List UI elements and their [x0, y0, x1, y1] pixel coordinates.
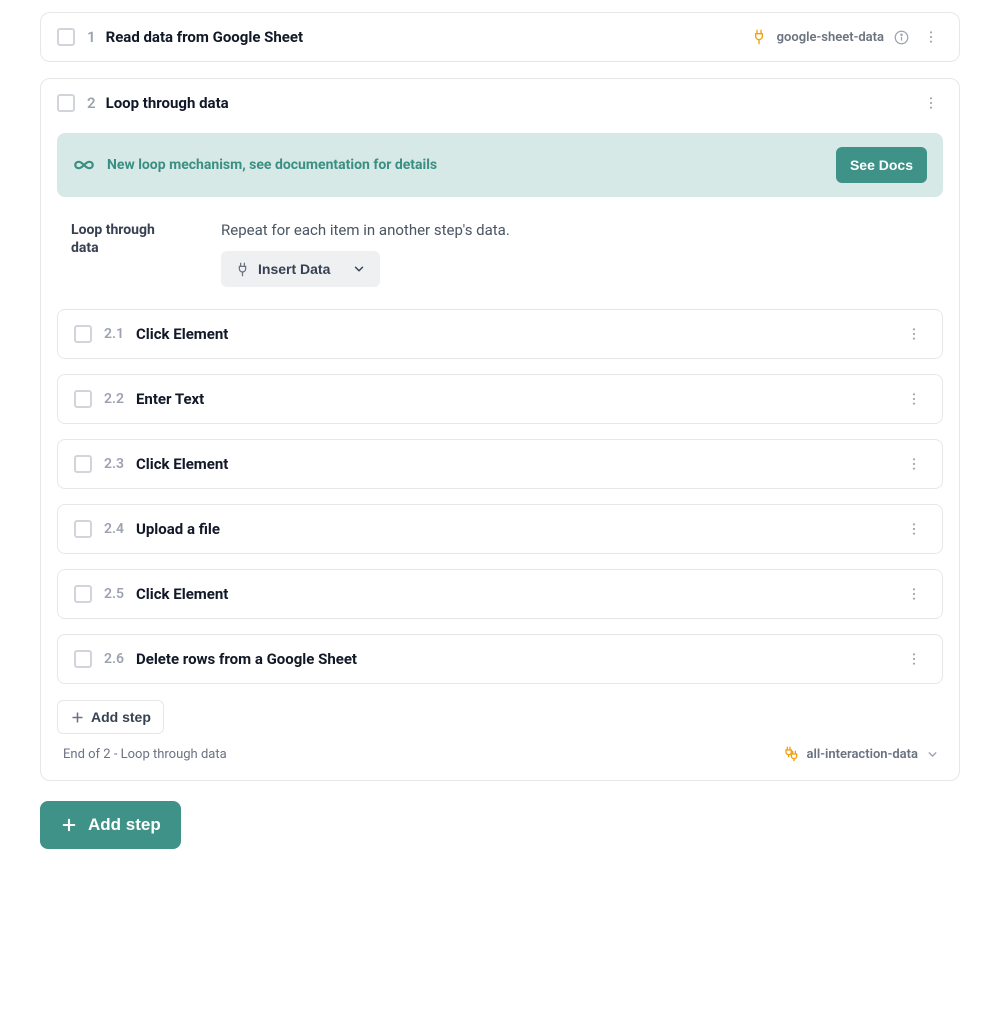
- kebab-icon[interactable]: [902, 324, 926, 344]
- step-header: 1 Read data from Google Sheet google-she…: [41, 13, 959, 61]
- kebab-icon[interactable]: [919, 27, 943, 47]
- loop-banner: New loop mechanism, see documentation fo…: [57, 133, 943, 197]
- data-tag: google-sheet-data: [777, 30, 884, 45]
- config-desc: Repeat for each item in another step's d…: [221, 221, 933, 239]
- chevron-down-icon: [352, 262, 366, 276]
- loop-config: Loop through data Repeat for each item i…: [57, 221, 943, 287]
- step-number: 2.5: [104, 586, 124, 602]
- add-step-primary-label: Add step: [88, 815, 161, 835]
- step-title: Loop through data: [106, 94, 919, 112]
- step-card-2: 2 Loop through data New loop mechanism, …: [40, 78, 960, 781]
- step-title: Click Element: [136, 455, 902, 473]
- kebab-icon[interactable]: [902, 519, 926, 539]
- substeps-list: 2.1 Click Element 2.2 Enter Text 2.3 Cli…: [57, 309, 943, 684]
- kebab-icon[interactable]: [919, 93, 943, 113]
- loop-end-text: End of 2 - Loop through data: [63, 747, 227, 762]
- loop-body: New loop mechanism, see documentation fo…: [41, 133, 959, 780]
- substep-row[interactable]: 2.1 Click Element: [57, 309, 943, 359]
- add-step-label: Add step: [91, 709, 151, 725]
- step-title: Read data from Google Sheet: [106, 28, 751, 46]
- plus-icon: [60, 816, 78, 834]
- kebab-icon[interactable]: [902, 389, 926, 409]
- step-checkbox[interactable]: [74, 585, 92, 603]
- step-checkbox[interactable]: [57, 94, 75, 112]
- kebab-icon[interactable]: [902, 454, 926, 474]
- infinity-icon: [73, 154, 95, 176]
- step-right-group: google-sheet-data: [751, 27, 943, 47]
- step-right-group: [919, 93, 943, 113]
- step-number: 1: [87, 28, 96, 46]
- banner-text: New loop mechanism, see documentation fo…: [107, 157, 836, 173]
- plus-icon: [70, 710, 85, 725]
- insert-data-button[interactable]: Insert Data: [221, 251, 380, 287]
- step-header[interactable]: 2 Loop through data: [41, 79, 959, 127]
- see-docs-button[interactable]: See Docs: [836, 147, 927, 183]
- step-checkbox[interactable]: [74, 325, 92, 343]
- chevron-down-icon: [926, 748, 939, 761]
- config-right: Repeat for each item in another step's d…: [221, 221, 933, 287]
- step-checkbox[interactable]: [74, 520, 92, 538]
- substep-row[interactable]: 2.3 Click Element: [57, 439, 943, 489]
- substep-row[interactable]: 2.5 Click Element: [57, 569, 943, 619]
- step-number: 2.3: [104, 456, 124, 472]
- substep-row[interactable]: 2.2 Enter Text: [57, 374, 943, 424]
- end-data-tag: all-interaction-data: [806, 747, 918, 762]
- substep-row[interactable]: 2.6 Delete rows from a Google Sheet: [57, 634, 943, 684]
- step-number: 2.2: [104, 391, 124, 407]
- loop-end-row: End of 2 - Loop through data all-interac…: [57, 734, 943, 762]
- step-number: 2.4: [104, 521, 124, 537]
- info-icon[interactable]: [894, 30, 909, 45]
- config-label: Loop through data: [71, 221, 181, 287]
- plug-icon: [235, 262, 250, 277]
- step-checkbox[interactable]: [57, 28, 75, 46]
- add-step-primary-button[interactable]: Add step: [40, 801, 181, 849]
- step-number: 2: [87, 94, 96, 112]
- step-card-1[interactable]: 1 Read data from Google Sheet google-she…: [40, 12, 960, 62]
- step-checkbox[interactable]: [74, 650, 92, 668]
- step-checkbox[interactable]: [74, 390, 92, 408]
- step-title: Upload a file: [136, 520, 902, 538]
- step-title: Delete rows from a Google Sheet: [136, 650, 902, 668]
- data-merge-icon: [782, 746, 798, 762]
- substep-row[interactable]: 2.4 Upload a file: [57, 504, 943, 554]
- step-checkbox[interactable]: [74, 455, 92, 473]
- insert-data-label: Insert Data: [258, 261, 330, 277]
- step-title: Enter Text: [136, 390, 902, 408]
- loop-end-data[interactable]: all-interaction-data: [782, 746, 939, 762]
- step-number: 2.6: [104, 651, 124, 667]
- plug-icon: [751, 29, 767, 45]
- kebab-icon[interactable]: [902, 584, 926, 604]
- kebab-icon[interactable]: [902, 649, 926, 669]
- add-step-inner-button[interactable]: Add step: [57, 700, 164, 734]
- step-title: Click Element: [136, 325, 902, 343]
- step-title: Click Element: [136, 585, 902, 603]
- step-number: 2.1: [104, 326, 124, 342]
